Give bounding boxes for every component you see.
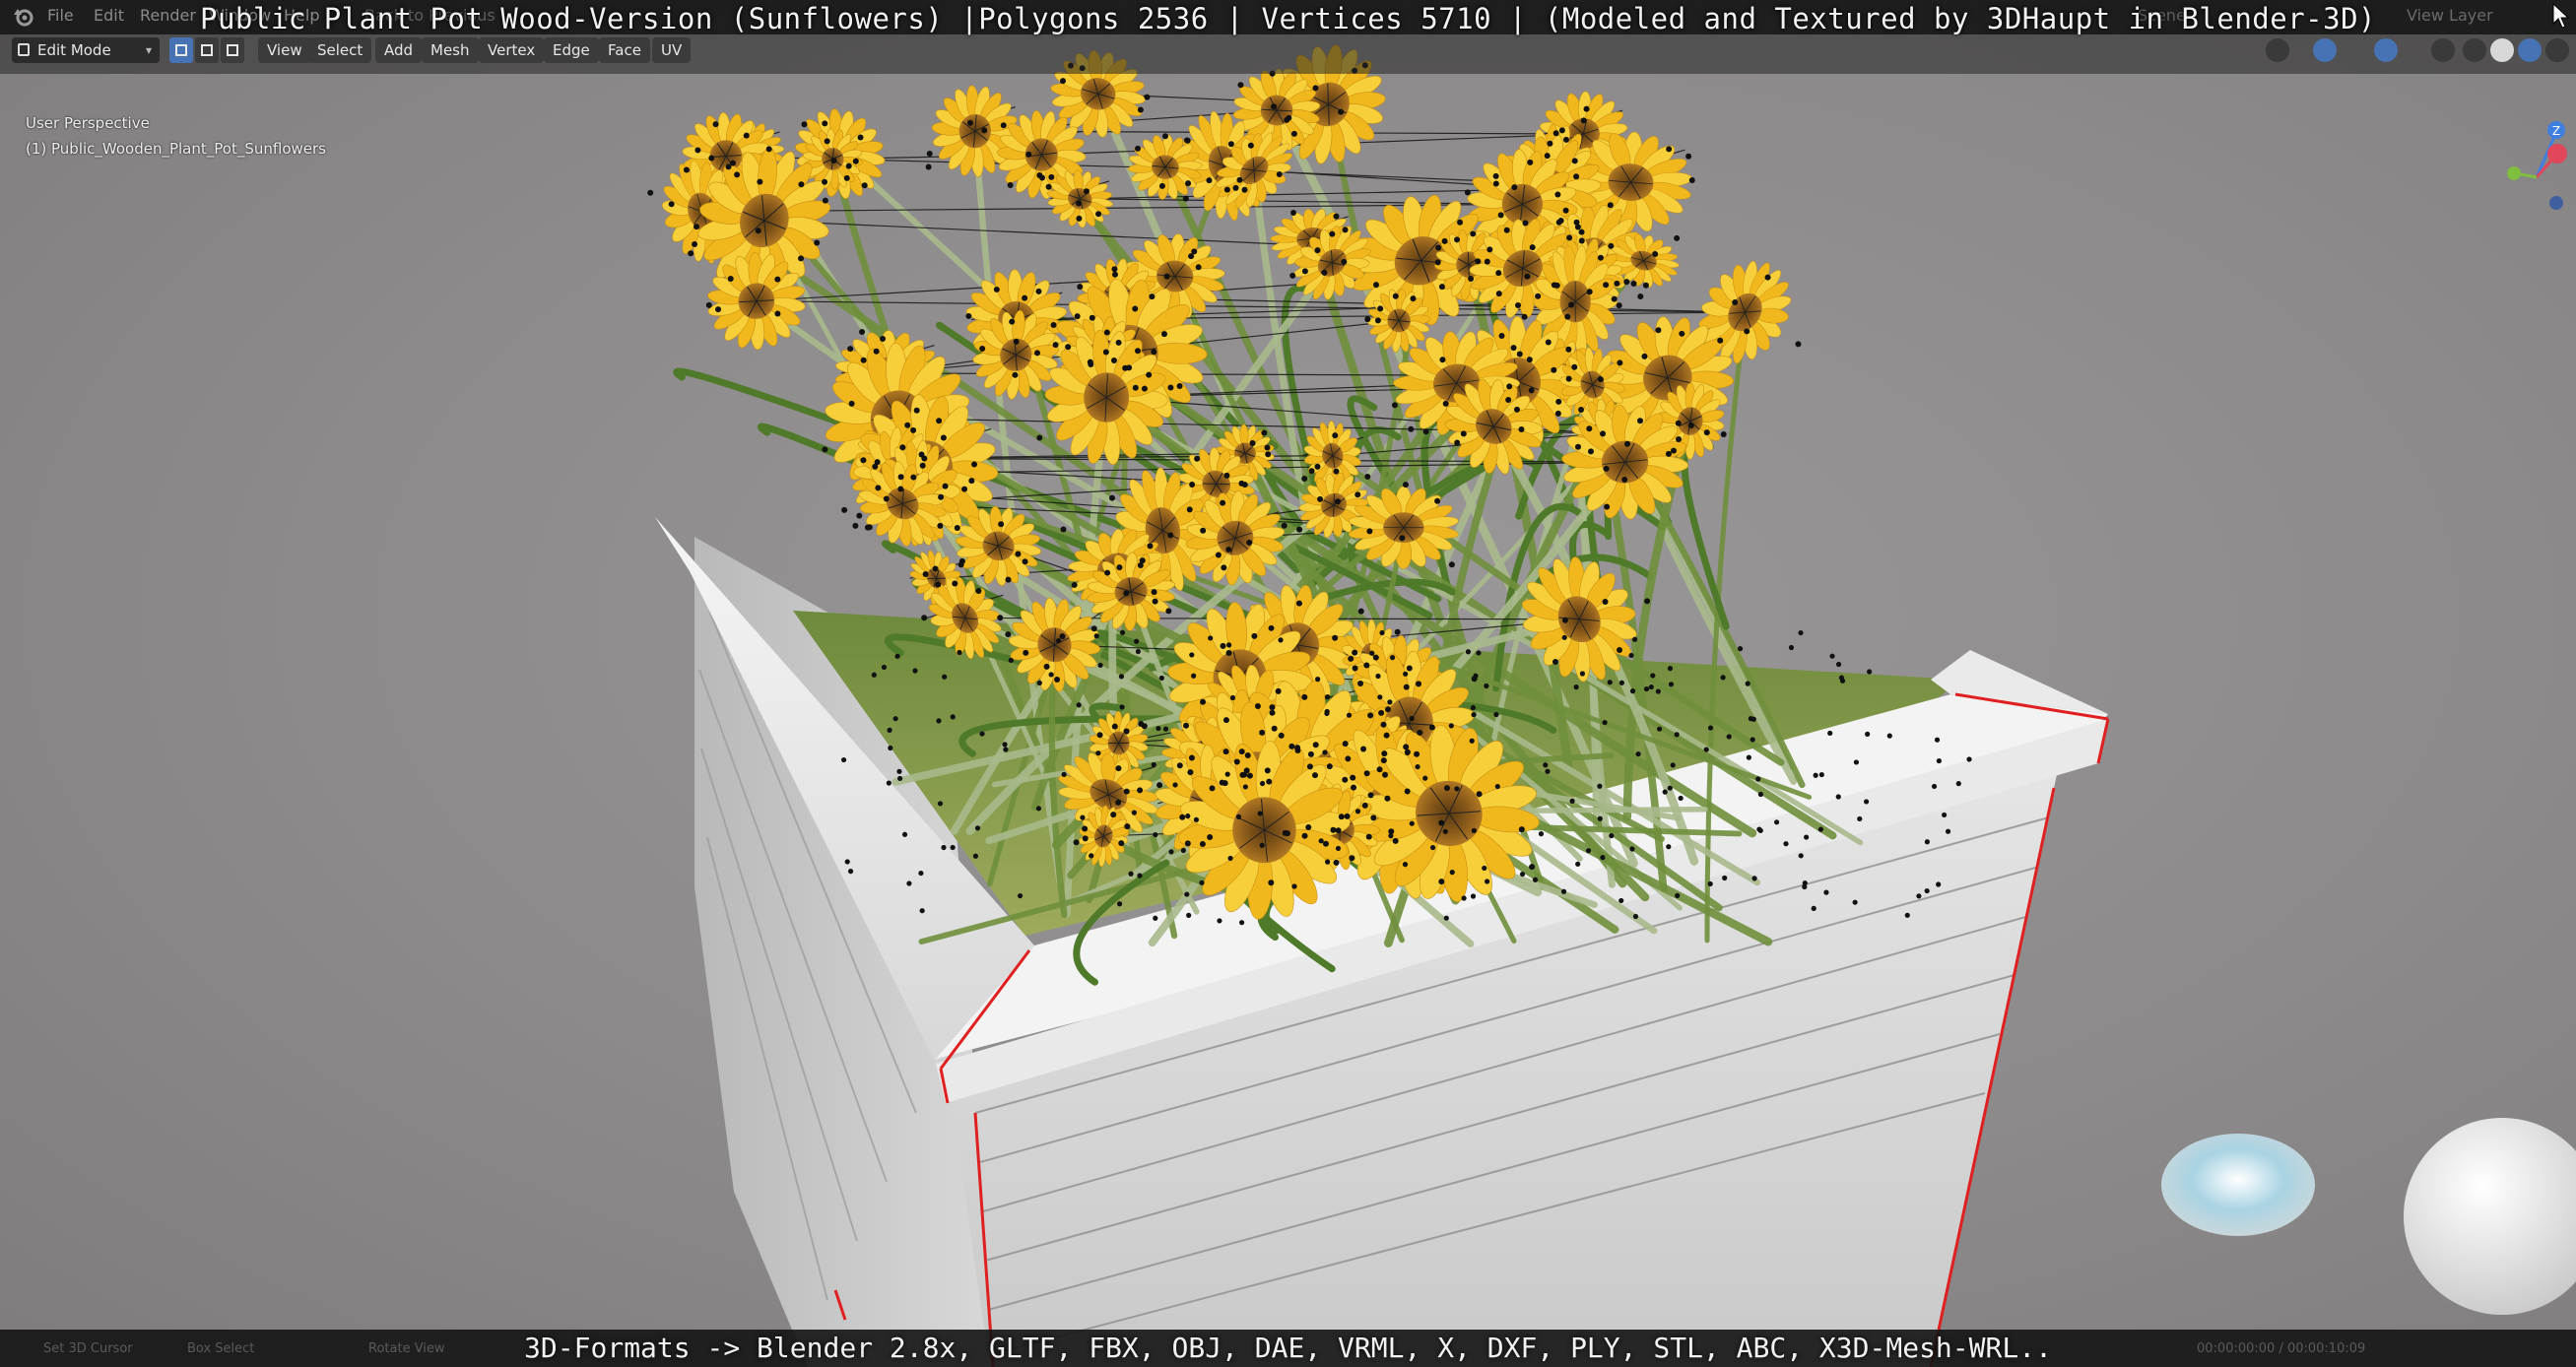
mode-label: Edit Mode: [37, 41, 111, 59]
top-menu-bar: File Edit Render Window Help Back to Pre…: [0, 0, 2576, 34]
y-axis-handle[interactable]: [2507, 166, 2521, 180]
solid-shading-icon[interactable]: [2490, 38, 2514, 62]
plant-pot-scene[interactable]: [0, 0, 2576, 1367]
view-menu-button[interactable]: View: [258, 37, 311, 63]
edge-select-icon: [201, 44, 213, 56]
rendered-shading-icon[interactable]: [2545, 38, 2569, 62]
footer-overlay-text: 3D-Formats -> Blender 2.8x, GLTF, FBX, O…: [0, 1330, 2576, 1367]
x-axis-handle[interactable]: [2547, 144, 2567, 163]
perspective-label: User Perspective: [26, 114, 150, 132]
formats-text: 3D-Formats -> Blender 2.8x, GLTF, FBX, O…: [524, 1332, 2052, 1364]
gizmo-toggle-icon[interactable]: [2313, 38, 2337, 62]
active-object-label: (1) Public_Wooden_Plant_Pot_Sunflowers: [26, 140, 326, 158]
menu-render[interactable]: Render: [140, 6, 196, 25]
vertex-menu-button[interactable]: Vertex: [479, 37, 545, 63]
scene-selector[interactable]: Scene: [2138, 6, 2186, 25]
z-axis-label: Z: [2552, 124, 2560, 138]
xray-toggle-icon[interactable]: [2431, 38, 2455, 62]
face-select-mode-button[interactable]: [221, 37, 244, 63]
edge-select-mode-button[interactable]: [195, 37, 219, 63]
blender-logo-icon[interactable]: [12, 5, 35, 29]
neg-z-axis-handle[interactable]: [2549, 196, 2563, 210]
mesh-menu-button[interactable]: Mesh: [422, 37, 479, 63]
vertex-select-mode-button[interactable]: [169, 37, 193, 63]
chevron-down-icon: ▾: [145, 43, 152, 57]
edit-mode-icon: [18, 43, 30, 56]
select-menu-button[interactable]: Select: [308, 37, 372, 63]
mouse-cursor-icon: [2552, 2, 2570, 29]
edge-menu-button[interactable]: Edge: [544, 37, 599, 63]
mode-selector[interactable]: Edit Mode ▾: [12, 37, 160, 63]
menu-file[interactable]: File: [47, 6, 74, 25]
back-to-previous-button[interactable]: Back to Previous: [364, 6, 495, 25]
navigation-gizmo[interactable]: Z: [2502, 116, 2571, 215]
add-menu-button[interactable]: Add: [375, 37, 423, 63]
vertex-select-icon: [175, 44, 187, 56]
wireframe-shading-icon[interactable]: [2463, 38, 2486, 62]
material-shading-icon[interactable]: [2518, 38, 2542, 62]
visibility-icon[interactable]: [2266, 38, 2289, 62]
view-layer-selector[interactable]: View Layer: [2407, 6, 2493, 25]
menu-help[interactable]: Help: [284, 6, 319, 25]
overlay-toggle-icon[interactable]: [2374, 38, 2398, 62]
menu-edit[interactable]: Edit: [94, 6, 124, 25]
3d-viewport[interactable]: [0, 0, 2576, 1367]
face-menu-button[interactable]: Face: [599, 37, 650, 63]
face-select-icon: [227, 44, 238, 56]
uv-menu-button[interactable]: UV: [652, 37, 692, 63]
menu-window[interactable]: Window: [209, 6, 271, 25]
